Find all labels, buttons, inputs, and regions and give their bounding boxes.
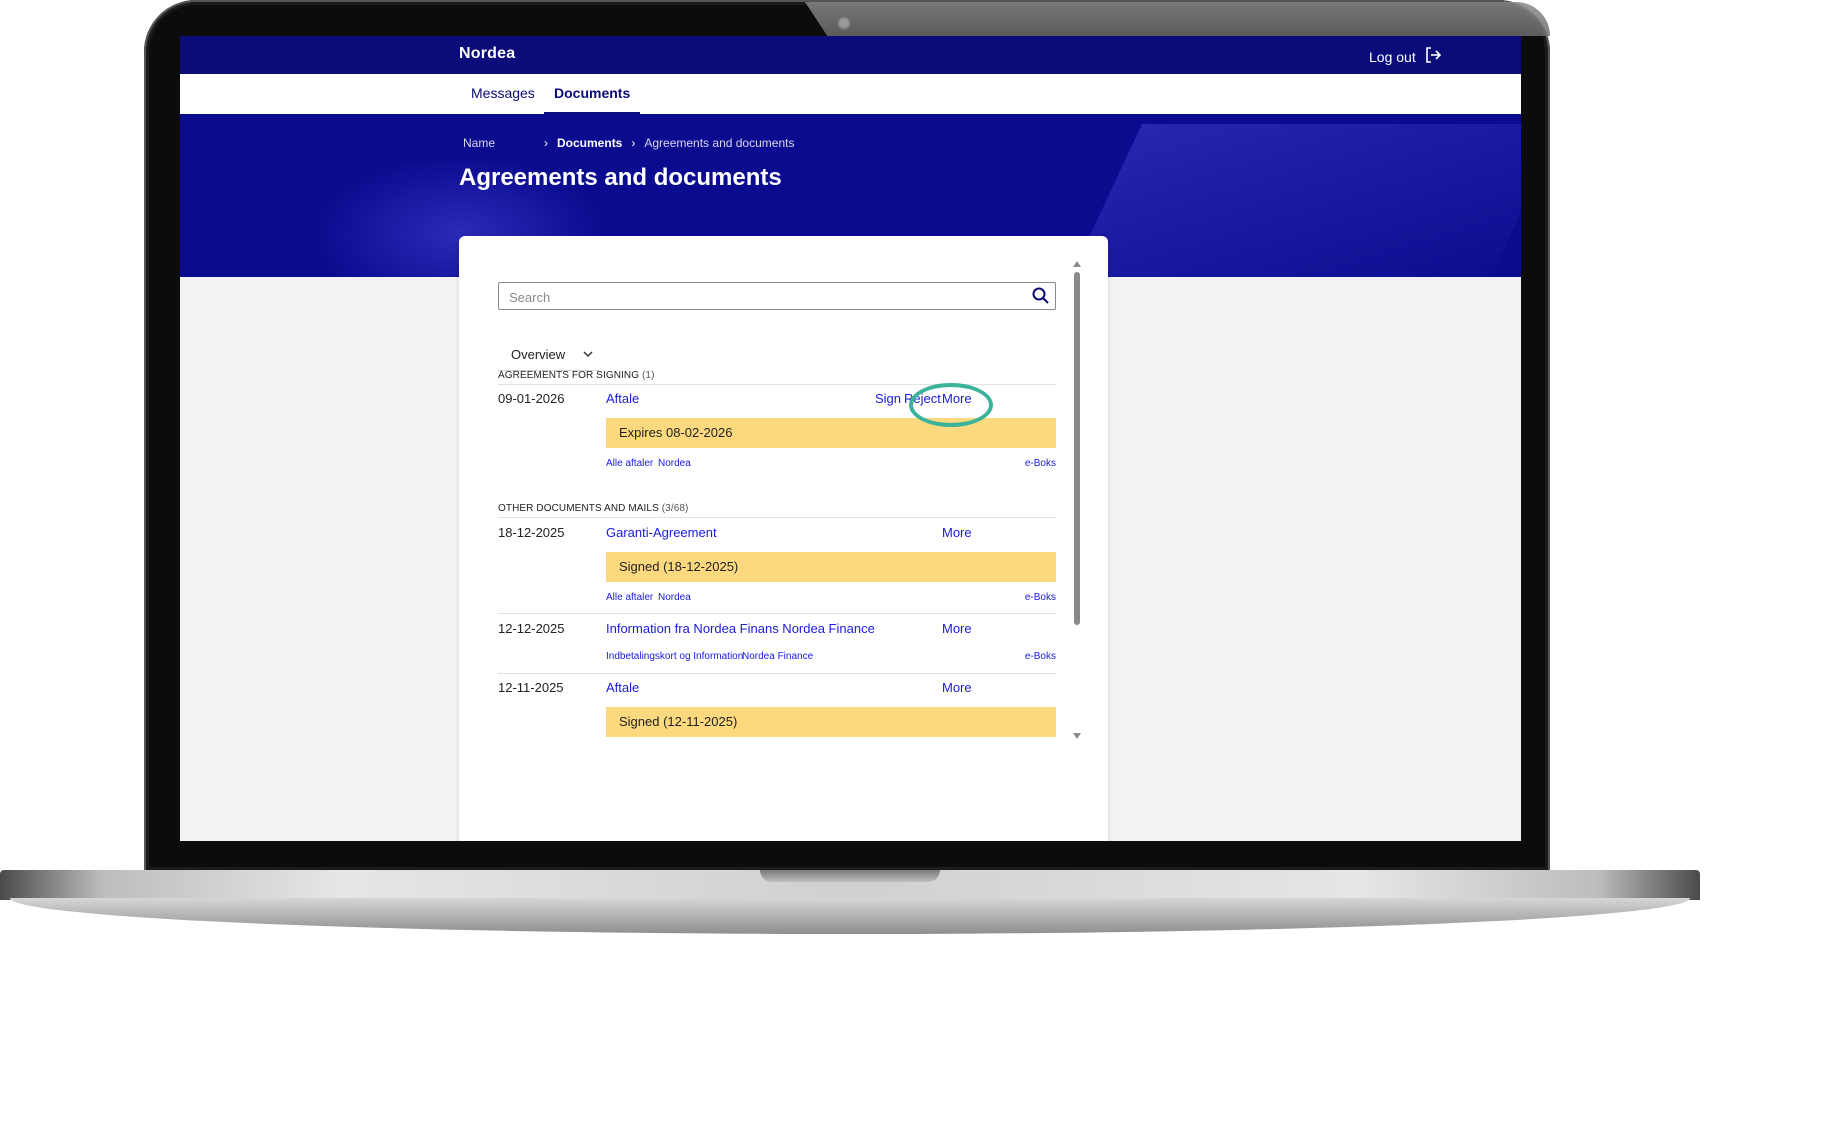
status-banner: Expires 08-02-2026	[606, 418, 1056, 448]
item-date: 18-12-2025	[498, 525, 565, 540]
section-title: OTHER DOCUMENTS AND MAILS	[498, 503, 659, 514]
section-header-signing: AGREEMENTS FOR SIGNING (1)	[498, 370, 655, 381]
more-button[interactable]: More	[942, 391, 972, 406]
page-title: Agreements and documents	[459, 164, 782, 191]
scrollbar-thumb[interactable]	[1074, 272, 1080, 625]
webcam-icon	[837, 16, 851, 30]
divider	[498, 517, 1056, 518]
section-header-other: OTHER DOCUMENTS AND MAILS (3/68)	[498, 503, 688, 514]
overview-selected-label: Overview	[511, 347, 566, 362]
document-title-link[interactable]: Aftale	[606, 680, 639, 695]
reject-button[interactable]: Reject	[904, 391, 941, 406]
section-title: AGREEMENTS FOR SIGNING	[498, 370, 640, 381]
laptop-base-notch	[760, 870, 940, 882]
top-bar: Nordea Log out	[180, 36, 1521, 74]
lid-reflection	[805, 2, 1550, 36]
source-link[interactable]: e-Boks	[1025, 458, 1056, 469]
breadcrumb: Name › Documents › Agreements and docume…	[463, 136, 794, 150]
laptop-base-bottom	[10, 898, 1690, 934]
logout-button[interactable]: Log out	[1369, 46, 1442, 67]
section-count: (3/68)	[661, 503, 689, 514]
section-count: (1)	[642, 370, 655, 381]
document-title-link[interactable]: Garanti-Agreement	[606, 525, 717, 540]
tab-messages[interactable]: Messages	[471, 74, 535, 114]
status-banner: Signed (12-11-2025)	[606, 707, 1056, 737]
document-title-link[interactable]: Information fra Nordea Finans Nordea Fin…	[606, 621, 875, 636]
chevron-right-icon: ›	[544, 136, 549, 150]
search-icon[interactable]	[1031, 286, 1051, 311]
breadcrumb-item-documents[interactable]: Documents	[557, 136, 622, 150]
item-date: 09-01-2026	[498, 391, 565, 406]
item-date: 12-11-2025	[498, 680, 564, 695]
source-link[interactable]: e-Boks	[1025, 651, 1056, 662]
logout-icon	[1424, 46, 1442, 67]
app-screen: Nordea Log out Messages Documents Name ›…	[180, 36, 1521, 841]
scroll-down-arrow-icon[interactable]	[1073, 726, 1081, 739]
divider	[498, 613, 1056, 614]
more-button[interactable]: More	[942, 525, 972, 540]
tab-documents[interactable]: Documents	[544, 74, 641, 114]
scroll-up-arrow-icon[interactable]	[1073, 254, 1081, 267]
logout-label: Log out	[1369, 48, 1416, 65]
sign-button[interactable]: Sign	[875, 391, 901, 406]
source-link[interactable]: e-Boks	[1025, 592, 1056, 603]
overview-dropdown[interactable]: Overview	[498, 339, 599, 371]
search-input[interactable]	[507, 287, 1011, 307]
breadcrumb-item-name[interactable]: Name	[463, 136, 495, 150]
more-button[interactable]: More	[942, 621, 972, 636]
tag-link[interactable]: Alle aftaler	[606, 458, 653, 469]
tag-link[interactable]: Nordea	[658, 458, 691, 469]
tag-link[interactable]: Nordea	[658, 592, 691, 603]
search-box	[498, 282, 1056, 310]
divider	[498, 384, 1056, 385]
divider	[498, 673, 1056, 674]
document-title-link[interactable]: Aftale	[606, 391, 639, 406]
tag-link[interactable]: Indbetalingskort og Information	[606, 651, 743, 662]
tag-link[interactable]: Nordea Finance	[742, 651, 813, 662]
nordea-logo[interactable]: Nordea	[459, 45, 515, 63]
breadcrumb-item-current: Agreements and documents	[644, 136, 795, 150]
status-banner: Signed (18-12-2025)	[606, 552, 1056, 582]
more-button[interactable]: More	[942, 680, 972, 695]
hero-decoration	[1058, 124, 1521, 277]
tag-link[interactable]: Alle aftaler	[606, 592, 653, 603]
nav-bar: Messages Documents	[180, 74, 1521, 114]
item-date: 12-12-2025	[498, 621, 565, 636]
chevron-down-icon	[583, 351, 593, 358]
chevron-right-icon: ›	[631, 136, 636, 150]
documents-card: Overview AGREEMENTS FOR SIGNING (1) 09-0…	[459, 236, 1108, 841]
